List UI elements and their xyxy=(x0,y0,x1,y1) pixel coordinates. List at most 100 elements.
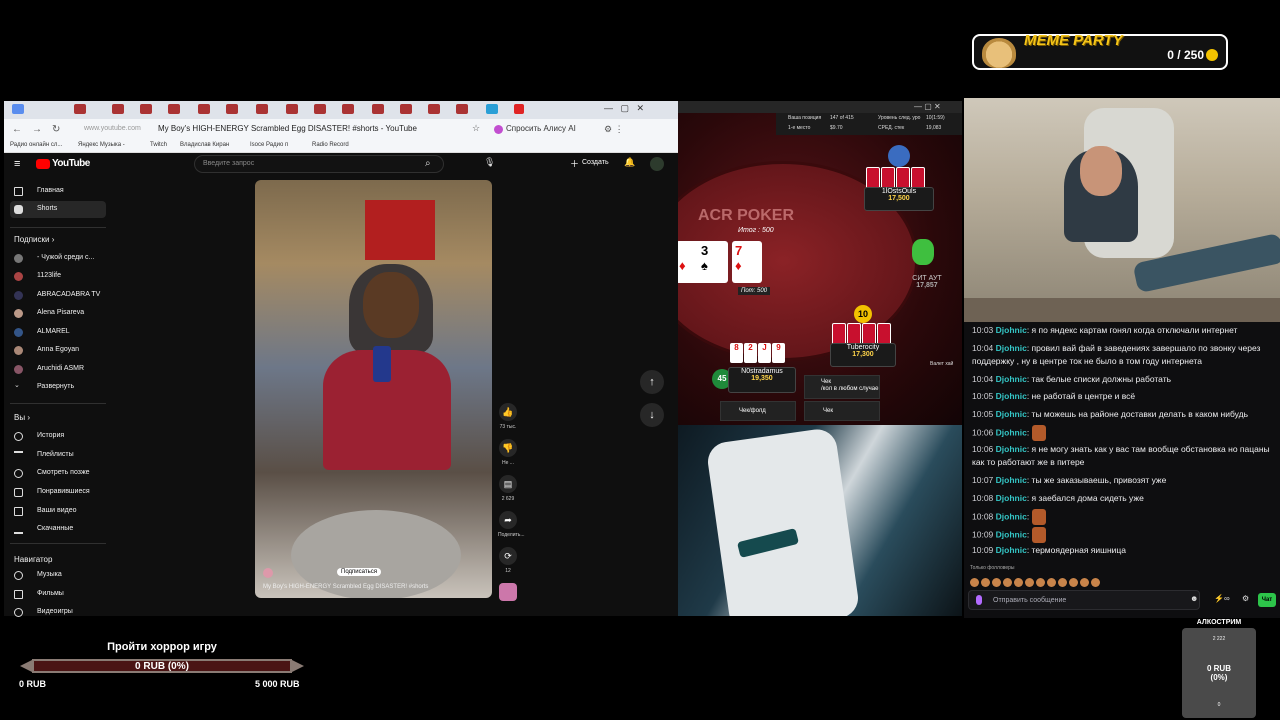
bookmark-item[interactable]: Isoce Радио п xyxy=(250,142,288,148)
avatar[interactable] xyxy=(650,157,664,171)
tab-favicon-icon[interactable] xyxy=(342,104,354,114)
sidebar-item-shorts[interactable]: Shorts xyxy=(10,201,106,218)
comments-button[interactable]: ▤ 2 629 xyxy=(498,475,518,502)
subscription-item[interactable]: - Чужой среди с... xyxy=(10,250,106,267)
search-box[interactable]: Введите запрос ⌕ xyxy=(194,155,444,173)
chevron-down-icon: ⌄ xyxy=(14,382,20,389)
youtube-logo[interactable]: YouTube xyxy=(52,158,90,169)
subscription-item[interactable]: Alena Pisareva xyxy=(10,305,106,322)
player-plate[interactable]: СИТ АУТ 17,857 xyxy=(900,275,954,299)
sound-thumbnail[interactable] xyxy=(498,583,518,601)
like-button[interactable]: 👍 73 тыс. xyxy=(498,403,518,430)
subscription-item[interactable]: Anna Egoyan xyxy=(10,342,106,359)
tab-favicon-icon[interactable] xyxy=(74,104,86,114)
search-input[interactable]: Введите запрос xyxy=(203,160,254,167)
expand-button[interactable]: ⌄ Развернуть xyxy=(10,379,106,396)
bookmark-item[interactable]: Яндекс Музыка - xyxy=(78,142,125,148)
menu-icon[interactable]: ≡ xyxy=(14,158,20,170)
player-plate[interactable]: Tuberocity 17,300 xyxy=(830,343,896,367)
short-video-player[interactable]: Подписаться My Boy's HIGH-ENERGY Scrambl… xyxy=(255,180,492,598)
remix-button[interactable]: ⟳ 12 xyxy=(498,547,518,574)
share-button[interactable]: ➦ Поделить... xyxy=(498,511,525,538)
bookmark-item[interactable]: Radio Record xyxy=(312,142,349,148)
check-fold-button[interactable]: Чек/фолд xyxy=(720,401,796,421)
address-bar[interactable]: ← → ↻ www.youtube.com My Boy's HIGH-ENER… xyxy=(4,119,678,141)
check-button[interactable]: Чек xyxy=(804,401,880,421)
bookmark-item[interactable]: Владислав Киран xyxy=(180,142,229,148)
check-call-any-button[interactable]: Чек /кол в любом случае xyxy=(804,375,880,399)
hero-plate[interactable]: N0stradamus 19,350 xyxy=(728,367,796,393)
tournament-stats: Ваша позиция 147 of 415 1-е место $9.70 … xyxy=(776,113,962,135)
next-short-button[interactable]: ↓ xyxy=(640,403,664,427)
alice-button[interactable]: Спросить Алису AI xyxy=(490,122,582,137)
tab-favicon-icon[interactable] xyxy=(286,104,298,114)
tab-favicon-icon[interactable] xyxy=(112,104,124,114)
tab-strip[interactable]: — ▢ ✕ xyxy=(4,101,678,119)
playlists-icon xyxy=(14,451,23,460)
mic-icon[interactable] xyxy=(976,595,982,605)
window-controls[interactable]: — ▢ ✕ xyxy=(604,103,644,114)
settings-icon[interactable]: ⚙ xyxy=(1242,594,1249,603)
tab-favicon-icon[interactable] xyxy=(168,104,180,114)
sidebar-item-your-videos[interactable]: Ваши видео xyxy=(10,503,106,520)
tab-favicon-icon[interactable] xyxy=(12,104,24,114)
sidebar-item-liked[interactable]: Понравившиеся xyxy=(10,484,106,501)
tab-favicon-icon[interactable] xyxy=(372,104,384,114)
video-caption[interactable]: My Boy's HIGH-ENERGY Scrambled Egg DISAS… xyxy=(263,584,428,590)
sidebar-item-watch-later[interactable]: Смотреть позже xyxy=(10,465,106,482)
create-button[interactable]: Создать xyxy=(582,159,609,166)
tab-favicon-icon[interactable] xyxy=(256,104,268,114)
tab-favicon-icon[interactable] xyxy=(198,104,210,114)
sidebar-item-music[interactable]: Музыка xyxy=(10,567,106,584)
extensions-icon[interactable]: ⚙ ⋮ xyxy=(604,124,624,135)
tab-favicon-icon[interactable] xyxy=(226,104,238,114)
bookmark-icon[interactable]: ☆ xyxy=(472,123,480,134)
channel-avatar xyxy=(14,272,23,281)
subscription-item[interactable]: ALMAREL xyxy=(10,324,106,341)
dislike-button[interactable]: 👎 Не ... xyxy=(498,439,518,466)
forward-icon[interactable]: → xyxy=(32,124,42,135)
chat-input[interactable]: Отправить сообщение xyxy=(968,590,1200,610)
subscriptions-heading[interactable]: Подписки › xyxy=(14,235,54,244)
emote-picker-row[interactable] xyxy=(970,574,1102,587)
tab-favicon-icon[interactable] xyxy=(486,104,498,114)
tab-favicon-icon[interactable] xyxy=(400,104,412,114)
chat-message: 10:08 Djohnic: я заебался дома сидеть уж… xyxy=(972,493,1144,503)
sidebar-item-movies[interactable]: Фильмы xyxy=(10,586,106,603)
webcam-scene xyxy=(1080,146,1122,196)
create-plus-icon[interactable]: ＋ xyxy=(570,157,579,170)
subscription-item[interactable]: ABRACADABRA TV xyxy=(10,287,106,304)
mic-icon[interactable]: 🎙 xyxy=(484,157,495,168)
sidebar-item-history[interactable]: История xyxy=(10,428,106,445)
notifications-icon[interactable]: 🔔 xyxy=(624,157,635,168)
subscription-item[interactable]: Aruchidi ASMR xyxy=(10,361,106,378)
tab-favicon-icon[interactable] xyxy=(314,104,326,114)
previous-short-button[interactable]: ↑ xyxy=(640,370,664,394)
back-icon[interactable]: ← xyxy=(12,124,22,135)
navigator-heading: Навигатор xyxy=(14,555,53,564)
player-plate[interactable]: 1lOstsOuls 17,500 xyxy=(864,187,934,211)
channel-avatar[interactable] xyxy=(263,568,273,578)
window-controls[interactable]: — ▢ ✕ xyxy=(914,102,941,111)
sidebar-item-gaming[interactable]: Видеоигры xyxy=(10,604,106,621)
subscription-item[interactable]: 1123life xyxy=(10,268,106,285)
bookmark-item[interactable]: Радио онлайн сл... xyxy=(10,142,62,148)
url-text[interactable]: www.youtube.com xyxy=(84,125,141,132)
sidebar-item-home[interactable]: Главная xyxy=(10,183,106,200)
sidebar-item-downloads[interactable]: Скачанные xyxy=(10,521,106,538)
tab-favicon-icon[interactable] xyxy=(428,104,440,114)
emoji-icon[interactable]: ☻ xyxy=(1190,594,1198,603)
reload-icon[interactable]: ↻ xyxy=(52,124,60,135)
tab-favicon-icon[interactable] xyxy=(140,104,152,114)
youtube-logo-icon[interactable] xyxy=(36,159,50,169)
send-chat-button[interactable]: Чат xyxy=(1258,593,1276,607)
subscribe-button[interactable]: Подписаться xyxy=(337,568,381,576)
tab-favicon-icon[interactable] xyxy=(456,104,468,114)
bookmark-item[interactable]: Twitch xyxy=(150,142,167,148)
search-icon[interactable]: ⌕ xyxy=(425,158,431,169)
you-heading[interactable]: Вы › xyxy=(14,413,30,422)
points-icon[interactable]: ⚡∞ xyxy=(1214,594,1230,603)
player-avatar xyxy=(888,145,910,167)
sidebar-item-playlists[interactable]: Плейлисты xyxy=(10,447,106,464)
youtube-tab-icon[interactable] xyxy=(514,104,524,114)
